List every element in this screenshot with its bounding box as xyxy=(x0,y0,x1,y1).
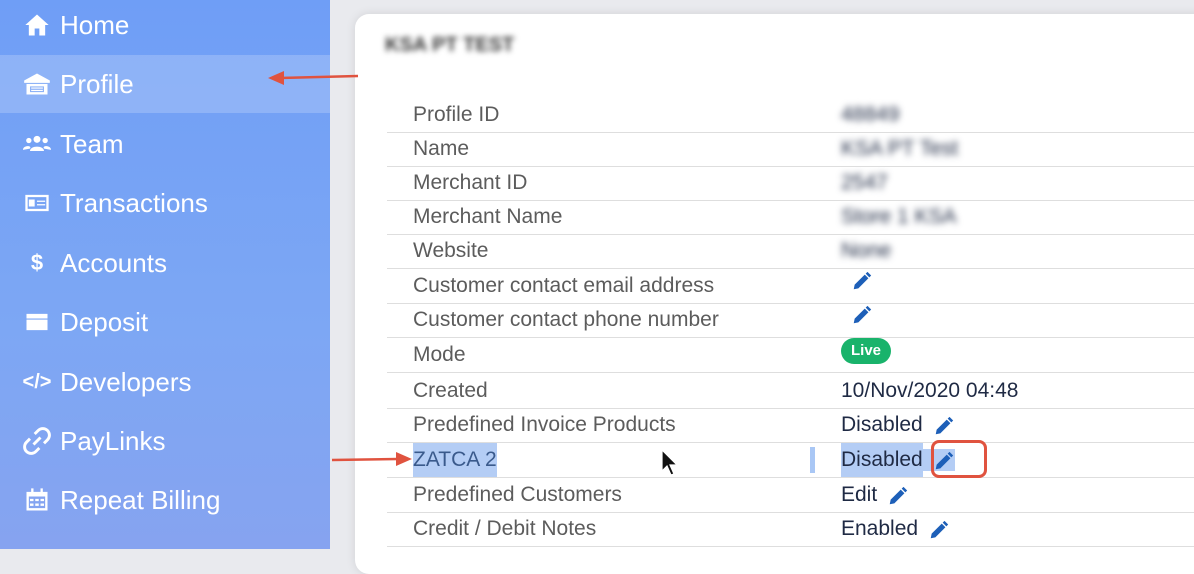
sidebar-item-label: Repeat Billing xyxy=(60,484,221,515)
row-value: Edit xyxy=(841,478,909,512)
sidebar-item-accounts[interactable]: $ Accounts xyxy=(0,234,330,292)
transactions-icon xyxy=(22,188,52,218)
row-value: None xyxy=(841,239,892,262)
row-label: Created xyxy=(413,379,488,402)
table-row: Website None xyxy=(387,234,1194,269)
row-value: KSA PT Test xyxy=(841,137,959,160)
edit-pencil-icon[interactable] xyxy=(887,484,909,506)
home-icon xyxy=(22,10,52,40)
calendar-icon xyxy=(22,485,52,515)
row-value: Enabled xyxy=(841,512,950,546)
edit-pencil-icon[interactable] xyxy=(851,303,873,325)
sidebar-item-label: Accounts xyxy=(60,247,167,278)
row-value: Disabled xyxy=(841,408,955,442)
code-icon: </> xyxy=(22,370,52,393)
row-value-text: Edit xyxy=(841,483,878,506)
sidebar-item-team[interactable]: Team xyxy=(0,115,330,173)
sidebar-item-label: PayLinks xyxy=(60,425,166,456)
sidebar-item-repeat-billing[interactable]: Repeat Billing xyxy=(0,471,330,529)
sidebar-item-paylinks[interactable]: PayLinks xyxy=(0,412,330,470)
row-label: Name xyxy=(413,137,470,160)
edit-pencil-icon[interactable] xyxy=(933,414,955,436)
row-value-text: Disabled xyxy=(841,413,923,436)
row-value: Live xyxy=(841,338,892,364)
sidebar-item-deposit[interactable]: Deposit xyxy=(0,293,330,351)
sidebar-item-label: Home xyxy=(60,9,130,40)
table-row: Mode Live xyxy=(387,338,1194,373)
table-row: Merchant Name Store 1 KSA xyxy=(387,200,1194,235)
table-row: Customer contact phone number xyxy=(387,303,1194,338)
row-label: ZATCA 2 xyxy=(413,443,497,477)
table-row: Customer contact email address xyxy=(387,269,1194,304)
table-row: Predefined Invoice Products Disabled xyxy=(387,408,1194,443)
row-value: Store 1 KSA xyxy=(841,205,957,228)
row-value: 48849 xyxy=(841,103,900,126)
edit-pencil-icon[interactable] xyxy=(928,518,950,540)
row-label: Mode xyxy=(413,343,466,366)
row-value: 2547 xyxy=(841,171,888,194)
row-label: Merchant Name xyxy=(413,205,563,228)
dollar-icon: $ xyxy=(30,250,44,275)
row-label: Customer contact email address xyxy=(413,274,715,297)
row-label: Predefined Invoice Products xyxy=(413,413,676,436)
team-icon xyxy=(22,129,52,159)
sidebar-item-label: Deposit xyxy=(60,306,149,337)
table-row: Credit / Debit Notes Enabled xyxy=(387,512,1194,547)
sidebar-item-transactions[interactable]: Transactions xyxy=(0,174,330,232)
row-value: 10/Nov/2020 04:48 xyxy=(841,379,1019,402)
table-row: ZATCA 2 Disabled xyxy=(387,443,1194,478)
row-label: Predefined Customers xyxy=(413,483,622,506)
wallet-icon xyxy=(22,307,52,337)
annotation-highlight-box xyxy=(931,440,987,478)
sidebar-item-home[interactable]: Home xyxy=(0,0,330,54)
mouse-cursor-icon xyxy=(661,449,679,476)
sidebar-item-label: Developers xyxy=(60,366,192,397)
status-badge: Live xyxy=(841,338,892,364)
table-row: Name KSA PT Test xyxy=(387,132,1194,167)
row-value xyxy=(841,303,873,325)
annotation-arrow-profile xyxy=(268,71,359,85)
link-icon xyxy=(22,426,52,456)
sidebar-item-developers[interactable]: </> Developers xyxy=(0,353,330,411)
sidebar-item-label: Profile xyxy=(60,68,134,99)
row-label: Customer contact phone number xyxy=(413,308,719,331)
row-label: Merchant ID xyxy=(413,171,528,194)
table-row: Profile ID 48849 xyxy=(387,98,1194,133)
table-row: Predefined Customers Edit xyxy=(387,478,1194,513)
row-label: Profile ID xyxy=(413,103,500,126)
edit-pencil-icon[interactable] xyxy=(851,269,873,291)
row-label: Credit / Debit Notes xyxy=(413,517,597,540)
profile-icon xyxy=(22,69,52,99)
row-label: Website xyxy=(413,239,489,262)
row-value-text: Disabled xyxy=(841,443,923,477)
row-value-text: Enabled xyxy=(841,517,919,540)
row-value xyxy=(841,269,873,291)
table-row: Created 10/Nov/2020 04:48 xyxy=(387,374,1194,409)
sidebar-item-label: Team xyxy=(60,128,124,159)
page-title: KSA PT TEST xyxy=(385,34,515,56)
text-selection-bar xyxy=(810,447,815,473)
sidebar-item-label: Transactions xyxy=(60,187,208,218)
annotation-arrow-zatca xyxy=(331,452,412,466)
table-row: Merchant ID 2547 xyxy=(387,166,1194,201)
